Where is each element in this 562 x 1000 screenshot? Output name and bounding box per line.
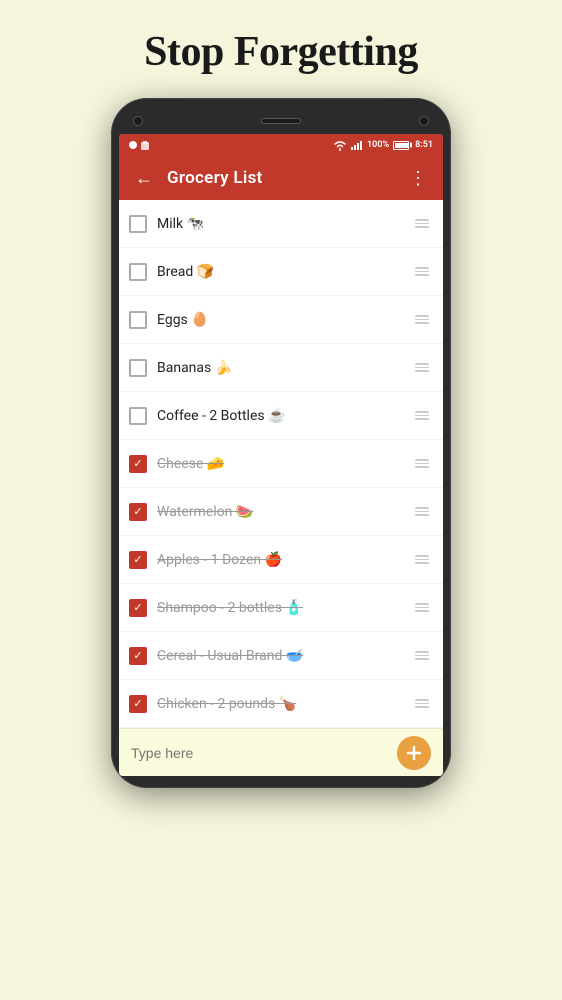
signal-icon (351, 141, 363, 150)
checkbox-1[interactable] (129, 215, 147, 233)
drag-handle-9[interactable] (411, 601, 433, 614)
status-bar: 100% 8:51 (119, 134, 443, 156)
item-text-4: Bananas 🍌 (157, 360, 411, 376)
list-item: ✓ Cereal - Usual Brand 🥣 (119, 632, 443, 680)
signal-dot (129, 141, 137, 149)
item-text-3: Eggs 🥚 (157, 312, 411, 328)
list-item: ✓ Watermelon 🍉 (119, 488, 443, 536)
front-camera (133, 116, 143, 126)
list-item: ✓ Apples - 1 Dozen 🍎 (119, 536, 443, 584)
drag-handle-4[interactable] (411, 361, 433, 374)
battery-percent: 100% (367, 140, 389, 150)
list-item: ✓ Shampoo - 2 bottles 🧴 (119, 584, 443, 632)
list-item: Milk 🐄 (119, 200, 443, 248)
checkbox-3[interactable] (129, 311, 147, 329)
new-item-input[interactable] (131, 745, 397, 761)
item-text-10: Cereal - Usual Brand 🥣 (157, 648, 411, 664)
grocery-list: Milk 🐄 Bread 🍞 Eggs 🥚 Bananas 🍌 Coffee - 2 B… (119, 200, 443, 728)
checkbox-5[interactable] (129, 407, 147, 425)
item-text-9: Shampoo - 2 bottles 🧴 (157, 600, 411, 616)
item-text-7: Watermelon 🍉 (157, 504, 411, 520)
back-button[interactable]: ← (131, 164, 157, 193)
wifi-icon (333, 140, 347, 151)
app-bar: ← Grocery List ⋮ (119, 156, 443, 200)
checkbox-7[interactable]: ✓ (129, 503, 147, 521)
item-text-1: Milk 🐄 (157, 216, 411, 232)
clock: 8:51 (415, 140, 433, 150)
checkbox-11[interactable]: ✓ (129, 695, 147, 713)
list-item: Eggs 🥚 (119, 296, 443, 344)
list-item: ✓ Chicken - 2 pounds 🍗 (119, 680, 443, 728)
item-text-11: Chicken - 2 pounds 🍗 (157, 696, 411, 712)
item-text-5: Coffee - 2 Bottles ☕ (157, 408, 411, 424)
item-text-8: Apples - 1 Dozen 🍎 (157, 552, 411, 568)
add-icon (406, 745, 422, 761)
checkbox-4[interactable] (129, 359, 147, 377)
list-item: ✓ Cheese 🧀 (119, 440, 443, 488)
app-bar-title: Grocery List (167, 168, 395, 188)
item-text-2: Bread 🍞 (157, 264, 411, 280)
add-item-button[interactable] (397, 736, 431, 770)
battery-fill (395, 143, 409, 148)
drag-handle-6[interactable] (411, 457, 433, 470)
battery-icon (393, 141, 409, 150)
drag-handle-3[interactable] (411, 313, 433, 326)
proximity-sensor (419, 116, 429, 126)
drag-handle-10[interactable] (411, 649, 433, 662)
phone-frame: 100% 8:51 ← Grocery List ⋮ Milk 🐄 Bread 🍞… (111, 98, 451, 788)
headline: Stop Forgetting (144, 28, 418, 76)
checkbox-10[interactable]: ✓ (129, 647, 147, 665)
drag-handle-1[interactable] (411, 217, 433, 230)
list-item: Bread 🍞 (119, 248, 443, 296)
item-text-6: Cheese 🧀 (157, 456, 411, 472)
drag-handle-5[interactable] (411, 409, 433, 422)
phone-screen: 100% 8:51 ← Grocery List ⋮ Milk 🐄 Bread 🍞… (119, 134, 443, 776)
sim-icon (141, 141, 151, 150)
drag-handle-11[interactable] (411, 697, 433, 710)
list-item: Bananas 🍌 (119, 344, 443, 392)
checkbox-8[interactable]: ✓ (129, 551, 147, 569)
checkbox-2[interactable] (129, 263, 147, 281)
list-item: Coffee - 2 Bottles ☕ (119, 392, 443, 440)
drag-handle-7[interactable] (411, 505, 433, 518)
checkbox-9[interactable]: ✓ (129, 599, 147, 617)
status-left (129, 141, 151, 150)
checkbox-6[interactable]: ✓ (129, 455, 147, 473)
status-right: 100% 8:51 (333, 140, 433, 151)
drag-handle-8[interactable] (411, 553, 433, 566)
earpiece (261, 118, 301, 124)
drag-handle-2[interactable] (411, 265, 433, 278)
bottom-bar (119, 728, 443, 776)
phone-top-bar (119, 110, 443, 134)
overflow-menu-button[interactable]: ⋮ (405, 164, 431, 193)
